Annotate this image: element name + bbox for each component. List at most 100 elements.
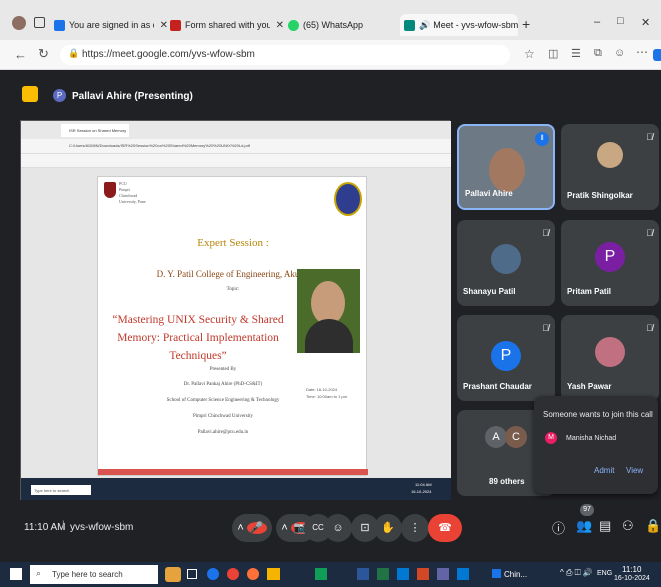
host-controls-icon[interactable]: 🔒 [645, 518, 661, 534]
taskbar-time[interactable]: 11:10 [622, 565, 641, 574]
outlook-icon[interactable] [397, 568, 409, 580]
file-explorer-icon[interactable] [267, 568, 280, 580]
word-icon[interactable] [357, 568, 369, 580]
presenter-label: Pallavi Ahire (Presenting) [72, 91, 193, 102]
tab-whatsapp[interactable]: (65) WhatsApp ✕ [288, 14, 388, 36]
requester-avatar: M [545, 432, 557, 444]
slide-footer-bar [98, 469, 368, 475]
maximize-button[interactable]: □ [617, 15, 624, 27]
pdf-toolbar [21, 154, 451, 168]
powerpoint-icon[interactable] [417, 568, 429, 580]
participant-tile-yash[interactable]: 🎙̸ Yash Pawar [561, 315, 659, 401]
tab-signed-in[interactable]: You are signed in as dipalimpatil ✕ [54, 14, 168, 36]
tab-label: Meet - yvs-wfow-sbm [433, 20, 518, 30]
windows-start-icon[interactable] [10, 568, 22, 580]
slide-heading: Expert Session : [197, 237, 269, 249]
url-field[interactable]: 🔒 https://meet.google.com/yvs-wfow-sbm [60, 45, 510, 65]
activities-icon[interactable]: ⚇ [622, 518, 634, 534]
participant-name: 89 others [489, 477, 525, 486]
tab-favicon [404, 19, 415, 31]
language-indicator[interactable]: ENG [597, 570, 612, 577]
participant-name: Pallavi Ahire [465, 189, 513, 198]
presenter-avatar: P [53, 89, 66, 102]
split-screen-icon[interactable]: ◫ [548, 47, 558, 60]
participant-avatar: P [595, 242, 625, 272]
close-window-button[interactable]: ✕ [641, 16, 650, 29]
mic-button[interactable]: ˄ 🎤 [232, 514, 272, 542]
slide-title: “Mastering UNIX Security & Shared Memory… [112, 314, 284, 362]
more-options-button[interactable]: ⋮ [401, 514, 429, 542]
slide-date: Date: 16-10-2024 [306, 387, 338, 392]
chrome-icon[interactable] [227, 568, 239, 580]
participant-photo [597, 142, 623, 168]
emoji-button[interactable]: ☺ [324, 514, 352, 542]
meeting-time: 11:10 AM [24, 522, 66, 533]
tab-actions-icon[interactable] [34, 17, 45, 28]
shared-path: C:/Users/ADMIN/Downloads/ISR%20Session%2… [69, 143, 250, 148]
favorites-icon[interactable]: ☰ [571, 47, 581, 60]
reload-icon[interactable]: ↻ [38, 46, 49, 62]
participant-tile-pallavi[interactable]: ⦀ Pallavi Ahire [457, 124, 555, 210]
taskbar-search[interactable]: ⌕ Type here to search [30, 565, 158, 584]
tab-label: Form shared with you: "ISR Class [185, 20, 270, 30]
firefox-icon[interactable] [247, 568, 259, 580]
people-icon[interactable]: 👥 [576, 518, 592, 534]
participant-photo [595, 337, 625, 367]
windows-taskbar: ⌕ Type here to search Chin... ^ ⎙ ◫ 🔊 EN… [0, 562, 661, 587]
chat-icon[interactable]: ▤ [599, 518, 611, 534]
mic-off-icon: 🎙̸ [542, 323, 549, 333]
more-icon[interactable]: ⋯ [636, 45, 648, 59]
mic-off-icon: 🎙̸ [646, 132, 653, 142]
shared-tab-title: ISR Session on Shared Memory [69, 128, 127, 133]
taskbar-chin-app[interactable]: Chin... [492, 569, 527, 579]
favorite-star-icon[interactable]: ☆ [524, 47, 535, 61]
participant-tile-pratik[interactable]: 🎙̸ Pratik Shingolkar [561, 124, 659, 210]
close-icon[interactable]: ✕ [276, 20, 284, 31]
participant-tile-prashant[interactable]: 🎙̸ P Prashant Chaudar [457, 315, 555, 401]
lock-icon: 🔒 [68, 48, 80, 58]
teams-icon[interactable] [437, 568, 449, 580]
view-button[interactable]: View [626, 466, 643, 475]
participant-name: Pratik Shingolkar [567, 191, 633, 200]
slide-university: Pimpri Chinchwad University [193, 414, 253, 419]
presenting-bar: P Pallavi Ahire (Presenting) [0, 70, 661, 116]
slide-presented-by: Presented By [209, 367, 237, 372]
speaker-photo [297, 269, 360, 353]
profile-sync-icon[interactable]: ☺ [614, 47, 625, 59]
weather-icon[interactable] [165, 567, 181, 582]
raise-hand-button[interactable]: ✋ [374, 514, 402, 542]
tab-meet[interactable]: 🔊 Meet - yvs-wfow-sbm ✕ [400, 14, 518, 36]
tab-favicon [54, 19, 65, 31]
admit-button[interactable]: Admit [594, 466, 614, 475]
participant-tile-shanayu[interactable]: 🎙̸ Shanayu Patil [457, 220, 555, 306]
taskbar-date[interactable]: 16-10-2024 [614, 575, 650, 582]
pdf-slide: PCU Pimpri Chinchwad University, Pune Ex… [97, 176, 368, 476]
info-icon[interactable]: ⓘ [552, 518, 565, 537]
mic-off-icon: 🎙̸ [542, 228, 549, 238]
leave-call-button[interactable]: ☎ [428, 514, 462, 542]
task-view-icon[interactable] [187, 569, 197, 579]
minimize-button[interactable]: – [594, 16, 600, 28]
collections-icon[interactable]: ⧉ [594, 47, 602, 60]
pallavi-video [489, 148, 525, 192]
profile-icon[interactable] [12, 16, 26, 30]
pcu-logo [104, 182, 116, 198]
taskbar-search-text: Type here to search [52, 570, 123, 579]
edge-icon[interactable] [207, 568, 219, 580]
store-icon[interactable] [315, 568, 327, 580]
pen-icon[interactable] [457, 568, 469, 580]
others-avatar-c: C [505, 426, 527, 448]
shared-screen: ISR Session on Shared Memory C:/Users/AD… [20, 120, 451, 500]
system-tray-icons[interactable]: ^ ⎙ ◫ 🔊 [560, 568, 593, 578]
speaking-indicator-icon: ⦀ [535, 132, 549, 146]
copilot-icon[interactable] [653, 49, 661, 61]
participant-tile-pritam[interactable]: 🎙̸ P Pritam Patil [561, 220, 659, 306]
excel-icon[interactable] [377, 568, 389, 580]
close-icon[interactable]: ✕ [160, 20, 168, 31]
new-tab-button[interactable]: + [522, 16, 530, 32]
pcu-logo-text: PCU Pimpri Chinchwad University, Pune [119, 181, 146, 204]
speaker-icon: 🔊 [419, 19, 431, 30]
back-icon[interactable]: ← [14, 47, 27, 62]
slide-time: Time: 10:00am to 1 pm [306, 394, 347, 399]
tab-form-shared[interactable]: Form shared with you: "ISR Class ✕ [170, 14, 284, 36]
